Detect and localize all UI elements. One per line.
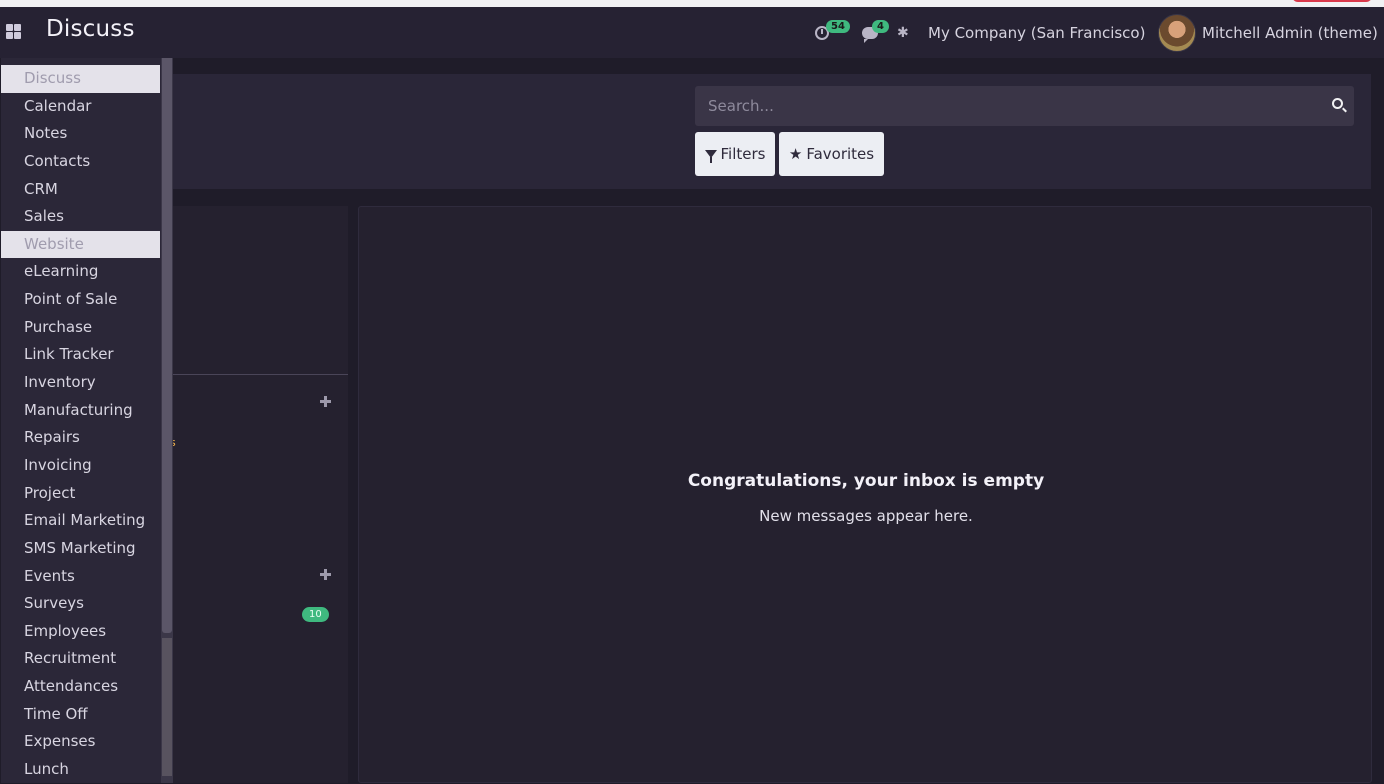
main-navbar: Discuss 54 4 ✱ My Company (San Francisco…: [0, 7, 1384, 58]
channel-counter-badge: 10: [302, 607, 329, 622]
company-name: My Company (San Francisco): [928, 23, 1146, 42]
menu-scrollbar-lower: [162, 638, 172, 776]
menu-item-repairs[interactable]: Repairs: [1, 424, 160, 452]
menu-item-surveys[interactable]: Surveys: [1, 590, 160, 618]
filters-label: Filters: [720, 145, 766, 163]
menu-item-invoicing[interactable]: Invoicing: [1, 452, 160, 480]
menu-item-manufacturing[interactable]: Manufacturing: [1, 397, 160, 425]
browser-tab-indicator: [1292, 0, 1372, 2]
apps-grid-icon[interactable]: [4, 21, 26, 43]
apps-dropdown-menu: Discuss Calendar Notes Contacts CRM Sales Webs…: [1, 58, 173, 783]
user-name: Mitchell Admin (theme): [1202, 23, 1378, 42]
menu-item-website[interactable]: Website: [1, 230, 160, 259]
add-chat-plus-icon[interactable]: [320, 569, 331, 580]
search-input[interactable]: [695, 86, 1315, 126]
messages-count-badge: 4: [872, 20, 889, 33]
menu-item-calendar[interactable]: Calendar: [1, 93, 160, 121]
menu-item-project[interactable]: Project: [1, 480, 160, 508]
apps-menu-list: Discuss Calendar Notes Contacts CRM Sales Webs…: [1, 65, 160, 784]
menu-item-inventory[interactable]: Inventory: [1, 369, 160, 397]
menu-item-crm[interactable]: CRM: [1, 176, 160, 204]
sidebar-divider: [160, 374, 348, 375]
menu-item-purchase[interactable]: Purchase: [1, 314, 160, 342]
menu-item-lunch[interactable]: Lunch: [1, 756, 160, 784]
favorites-label: Favorites: [806, 145, 875, 163]
user-menu[interactable]: Mitchell Admin (theme): [1158, 7, 1378, 58]
debug-menu[interactable]: ✱: [897, 7, 909, 58]
filters-button[interactable]: Filters: [695, 132, 775, 176]
star-icon: ★: [788, 145, 803, 163]
menu-item-time-off[interactable]: Time Off: [1, 701, 160, 729]
menu-item-link-tracker[interactable]: Link Tracker: [1, 341, 160, 369]
menu-item-sales[interactable]: Sales: [1, 203, 160, 231]
activity-menu[interactable]: [815, 7, 829, 58]
empty-inbox-title: Congratulations, your inbox is empty: [687, 471, 1045, 491]
menu-item-recruitment[interactable]: Recruitment: [1, 645, 160, 673]
menu-item-contacts[interactable]: Contacts: [1, 148, 160, 176]
search-icon[interactable]: [1332, 98, 1343, 109]
add-channel-plus-icon[interactable]: [320, 396, 331, 407]
menu-item-point-of-sale[interactable]: Point of Sale: [1, 286, 160, 314]
company-switcher[interactable]: My Company (San Francisco): [928, 7, 1145, 58]
menu-item-attendances[interactable]: Attendances: [1, 673, 160, 701]
menu-item-email-marketing[interactable]: Email Marketing: [1, 507, 160, 535]
search-bar: [695, 86, 1354, 126]
menu-item-discuss[interactable]: Discuss: [1, 65, 160, 93]
app-title[interactable]: Discuss: [46, 16, 135, 42]
empty-inbox-subtitle: New messages appear here.: [759, 507, 973, 525]
browser-top-strip: [0, 0, 1384, 7]
menu-item-expenses[interactable]: Expenses: [1, 728, 160, 756]
message-thread: Congratulations, your inbox is empty New…: [358, 206, 1372, 783]
avatar: [1158, 13, 1196, 52]
activity-count-badge: 54: [826, 20, 850, 33]
menu-scrollbar-thumb[interactable]: [162, 58, 172, 633]
filter-icon: [704, 150, 717, 163]
menu-item-notes[interactable]: Notes: [1, 120, 160, 148]
discuss-sidebar: 10: [160, 206, 348, 783]
control-panel: Filters ★ Favorites: [172, 74, 1371, 189]
menu-item-events[interactable]: Events: [1, 563, 160, 591]
menu-item-elearning[interactable]: eLearning: [1, 258, 160, 286]
menu-item-sms-marketing[interactable]: SMS Marketing: [1, 535, 160, 563]
favorites-button[interactable]: ★ Favorites: [779, 132, 884, 176]
menu-item-employees[interactable]: Employees: [1, 618, 160, 646]
bug-icon: ✱: [897, 24, 909, 41]
